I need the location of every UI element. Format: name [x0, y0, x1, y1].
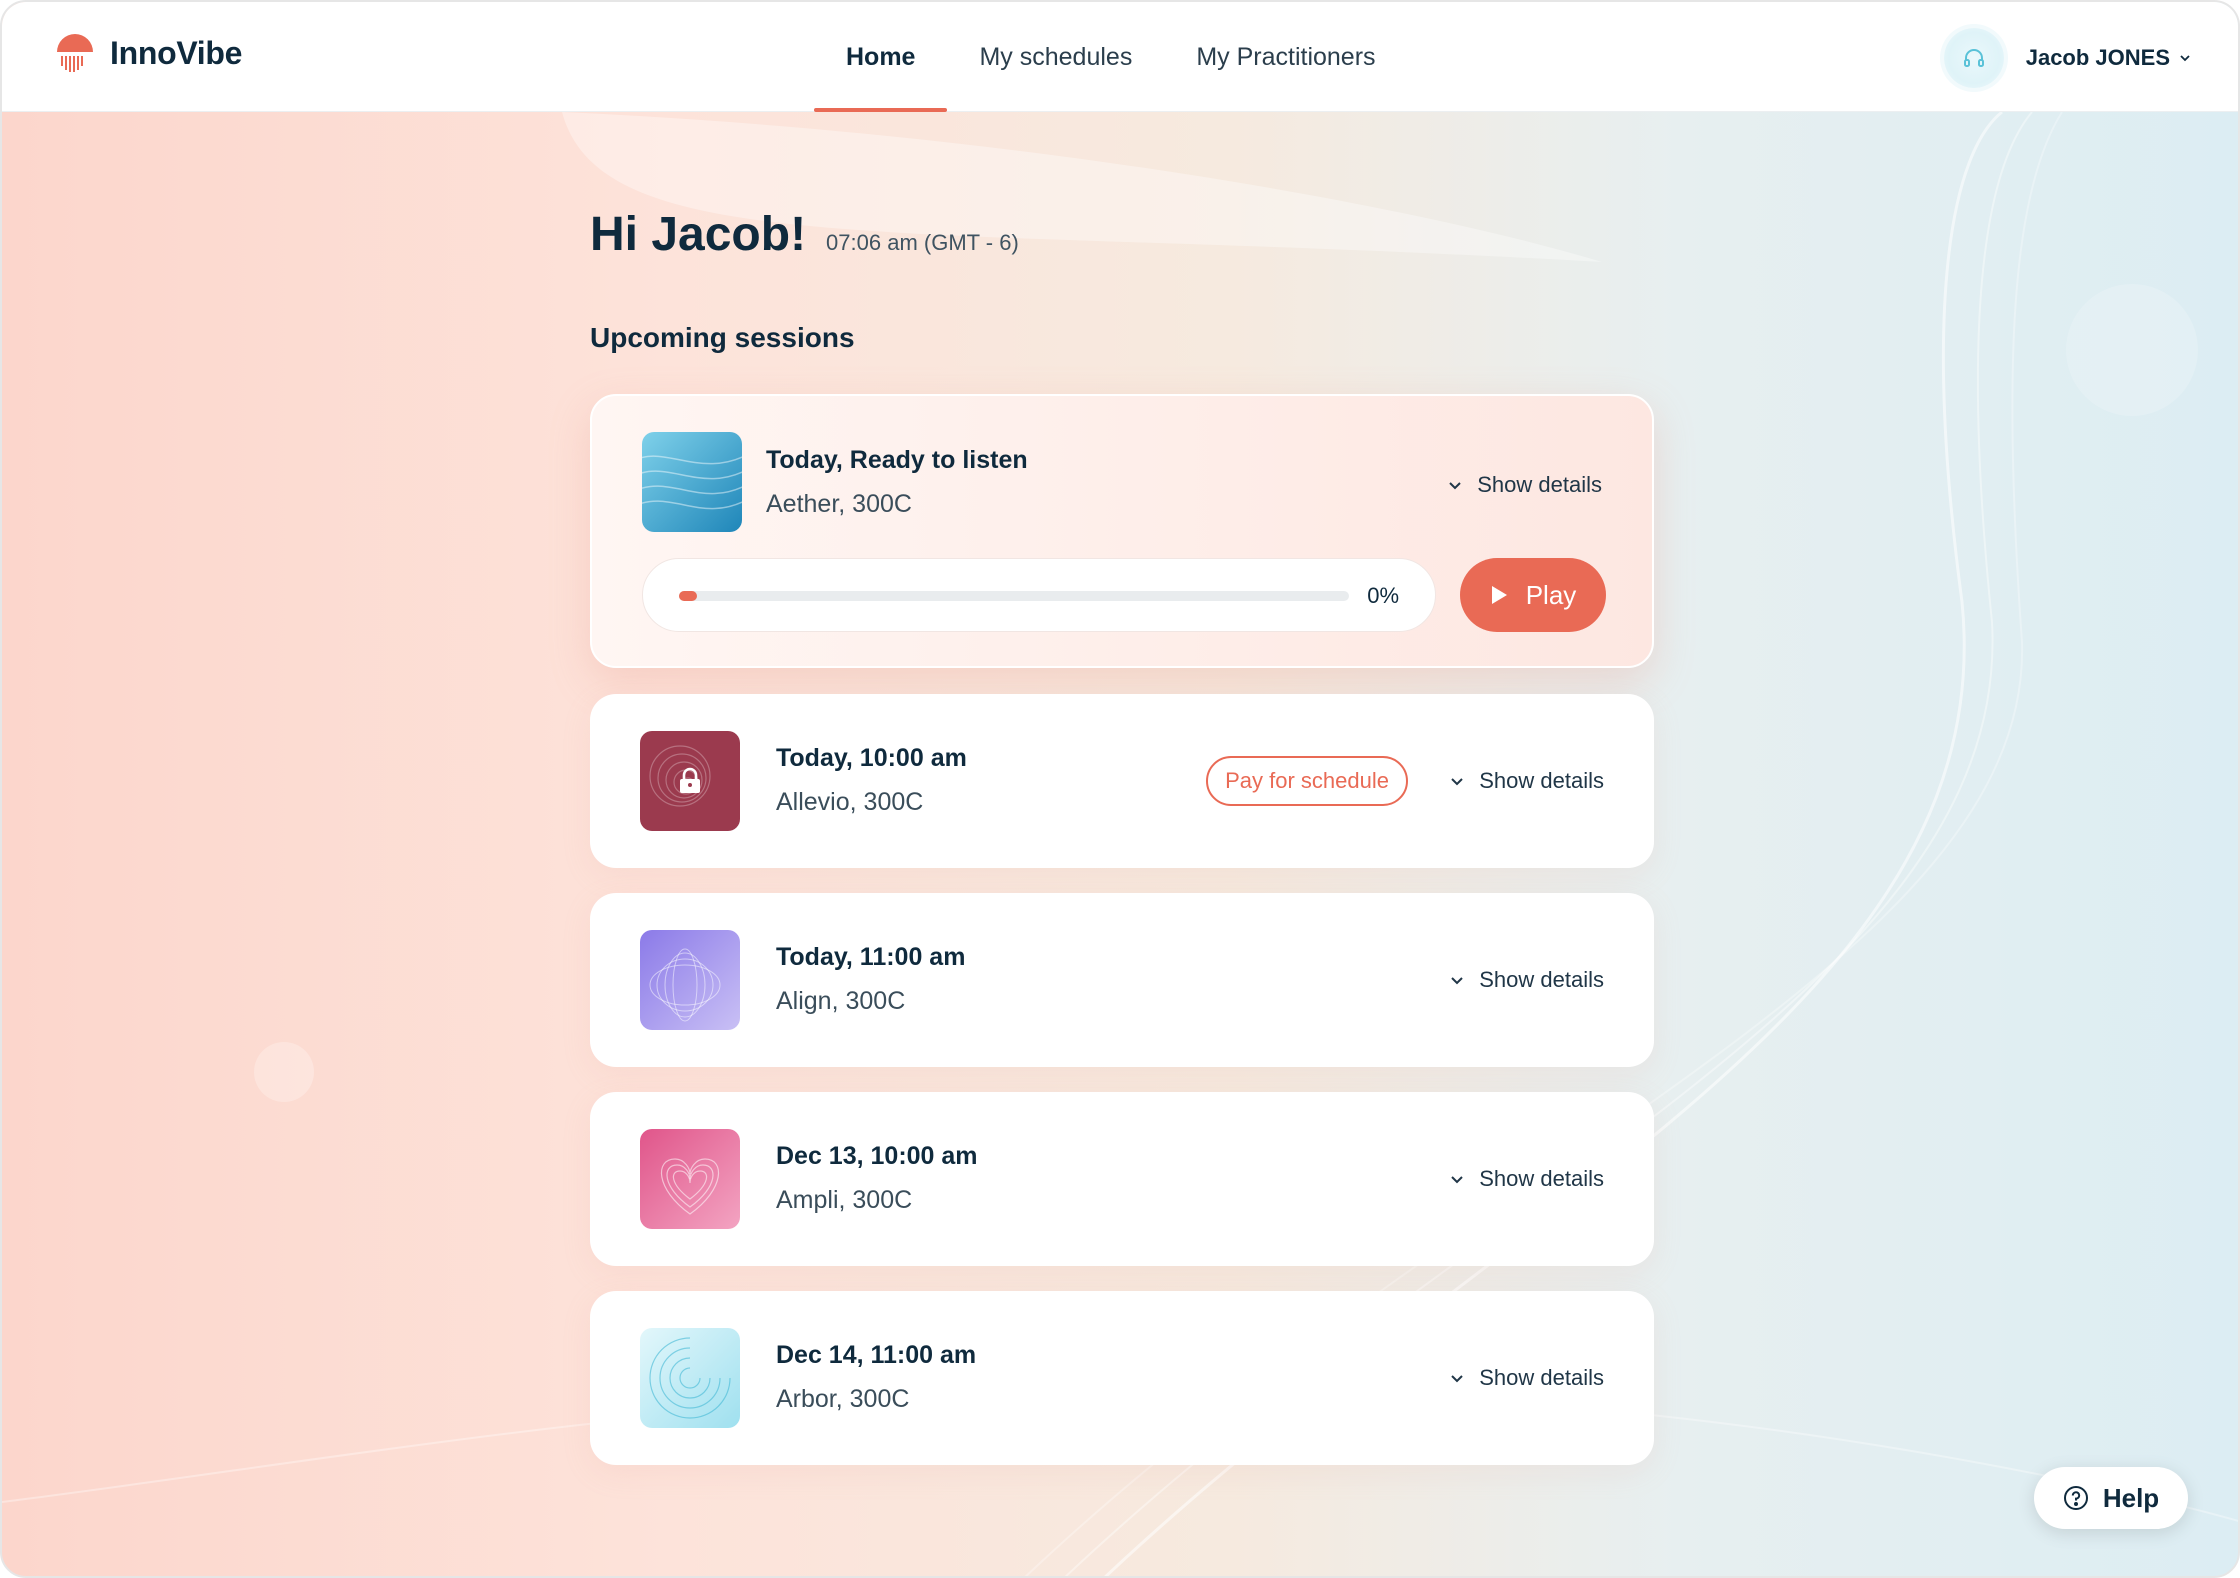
session-when: Today, 11:00 am: [776, 943, 966, 971]
session-card: Dec 13, 10:00 am Ampli, 300C Show detail…: [590, 1092, 1654, 1266]
chevron-down-icon: [2180, 55, 2190, 62]
session-card: Today, 10:00 am Allevio, 300C Pay for sc…: [590, 694, 1654, 868]
show-details-label: Show details: [1479, 1166, 1604, 1191]
show-details-label: Show details: [1479, 1365, 1604, 1390]
session-thumbnail: [642, 432, 742, 532]
innovibe-logo-icon: [57, 34, 93, 72]
help-icon: [2063, 1486, 2088, 1510]
arbor-artwork-icon: [640, 1328, 740, 1428]
session-card: Dec 14, 11:00 am Arbor, 300C Show detail…: [590, 1291, 1654, 1465]
tab-my-practitioners[interactable]: My Practitioners: [1164, 2, 1407, 112]
session-when: Today, 10:00 am: [776, 744, 967, 772]
aether-artwork-icon: [642, 432, 742, 532]
tab-home[interactable]: Home: [814, 2, 948, 112]
playback-progress: 0%: [642, 558, 1436, 632]
session-what: Aether, 300C: [766, 490, 912, 518]
chevron-down-icon: [1451, 1375, 1463, 1383]
show-details-label: Show details: [1479, 768, 1604, 793]
user-name: Jacob JONES: [2025, 45, 2170, 70]
help-label: Help: [2102, 1482, 2160, 1513]
session-card: Today, 11:00 am Align, 300C Show details: [590, 893, 1654, 1067]
show-details-label: Show details: [1479, 967, 1604, 992]
app-name: InnoVibe: [110, 34, 243, 71]
play-button[interactable]: Play: [1460, 558, 1606, 632]
session-when: Dec 14, 11:00 am: [776, 1341, 977, 1369]
top-navbar: InnoVibe Home My schedules My Practition…: [2, 2, 2238, 112]
brand-logo[interactable]: InnoVibe: [54, 32, 242, 74]
session-card-featured: Today, Ready to listen Aether, 300C Show…: [590, 394, 1654, 668]
session-what: Arbor, 300C: [776, 1385, 910, 1413]
session-thumbnail: [640, 1328, 740, 1428]
ampli-artwork-icon: [640, 1129, 740, 1229]
show-details-button[interactable]: Show details: [1449, 768, 1604, 794]
session-what: Allevio, 300C: [776, 788, 924, 816]
tab-my-schedules[interactable]: My schedules: [947, 2, 1164, 112]
align-artwork-icon: [640, 930, 740, 1030]
show-details-button[interactable]: Show details: [1447, 472, 1602, 498]
session-what: Ampli, 300C: [776, 1186, 913, 1214]
progress-percent: 0%: [1367, 583, 1399, 608]
headphones-icon: [1963, 49, 1984, 67]
session-thumbnail: [640, 731, 740, 831]
session-thumbnail: [640, 1129, 740, 1229]
local-time: 07:06 am (GMT - 6): [826, 230, 1019, 255]
greeting: Hi Jacob! 07:06 am (GMT - 6): [590, 207, 1019, 262]
progress-track[interactable]: [679, 591, 1349, 601]
show-details-button[interactable]: Show details: [1449, 1166, 1604, 1192]
chevron-down-icon: [1451, 977, 1463, 985]
session-thumbnail: [640, 930, 740, 1030]
page-title: Hi Jacob!: [590, 208, 807, 261]
user-menu[interactable]: Jacob JONES: [1943, 28, 2192, 88]
avatar[interactable]: [1943, 28, 2004, 88]
main-nav: Home My schedules My Practitioners: [814, 2, 1408, 112]
section-heading: Upcoming sessions: [590, 322, 855, 353]
show-details-button[interactable]: Show details: [1449, 1365, 1604, 1391]
chevron-down-icon: [1451, 1176, 1463, 1184]
session-when: Today, Ready to listen: [766, 446, 1028, 474]
pay-for-schedule-button[interactable]: Pay for schedule: [1206, 756, 1408, 806]
session-when: Dec 13, 10:00 am: [776, 1142, 978, 1170]
app-window: InnoVibe Home My schedules My Practition…: [0, 0, 2240, 1578]
chevron-down-icon: [1451, 778, 1463, 786]
lock-icon: [680, 767, 700, 793]
show-details-button[interactable]: Show details: [1449, 967, 1604, 993]
show-details-label: Show details: [1477, 472, 1602, 497]
play-label: Play: [1525, 579, 1577, 610]
chevron-down-icon: [1449, 482, 1461, 490]
session-what: Align, 300C: [776, 987, 906, 1015]
progress-fill: [679, 591, 697, 601]
help-button[interactable]: Help: [2034, 1467, 2188, 1529]
play-icon: [1491, 586, 1507, 604]
